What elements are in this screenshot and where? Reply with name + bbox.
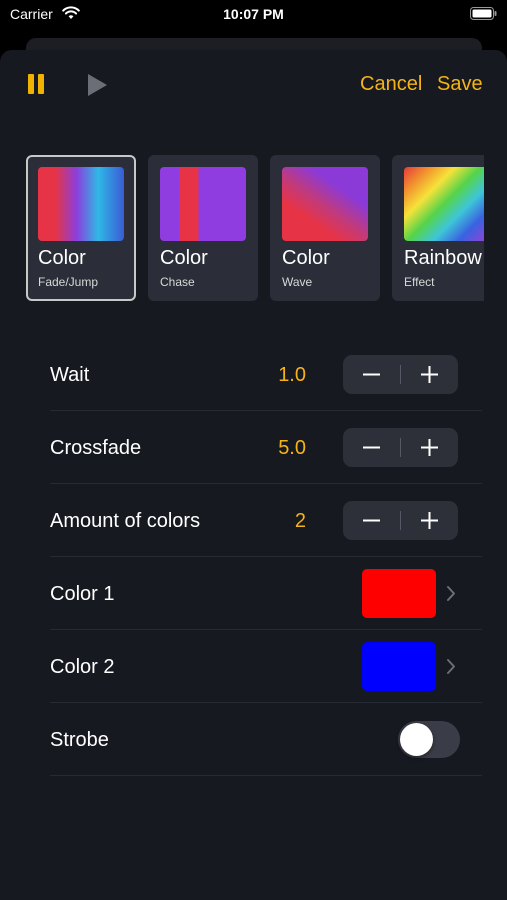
status-bar: Carrier 10:07 PM bbox=[0, 0, 507, 30]
color-1-swatch[interactable] bbox=[362, 569, 436, 618]
effect-title: Color bbox=[282, 247, 330, 269]
cancel-button[interactable]: Cancel bbox=[360, 73, 422, 96]
amount-value: 2 bbox=[294, 510, 306, 532]
plus-icon bbox=[421, 512, 438, 529]
effect-preview bbox=[404, 167, 484, 241]
color-2-label: Color 2 bbox=[50, 656, 115, 678]
pause-icon[interactable] bbox=[27, 74, 47, 96]
effect-title: Color bbox=[160, 247, 208, 269]
amount-increment-button[interactable] bbox=[401, 501, 458, 540]
setting-row-wait: Wait 1.0 bbox=[50, 338, 482, 411]
strobe-label: Strobe bbox=[50, 729, 109, 751]
play-icon[interactable] bbox=[86, 72, 110, 98]
effect-picker: Color Fade/Jump Color Chase Color Wave R… bbox=[0, 150, 484, 310]
wait-stepper bbox=[343, 355, 458, 394]
effect-title: Rainbow bbox=[404, 247, 482, 269]
settings-list: Wait 1.0 Crossfade 5.0 Amount of colors bbox=[50, 338, 482, 776]
effect-title: Color bbox=[38, 247, 86, 269]
color-2-swatch[interactable] bbox=[362, 642, 436, 691]
effect-subtitle: Fade/Jump bbox=[38, 275, 99, 289]
setting-row-color-1[interactable]: Color 1 bbox=[50, 557, 482, 630]
toggle-knob bbox=[400, 723, 433, 756]
plus-icon bbox=[421, 366, 438, 383]
crossfade-decrement-button[interactable] bbox=[343, 428, 400, 467]
crossfade-increment-button[interactable] bbox=[401, 428, 458, 467]
crossfade-stepper bbox=[343, 428, 458, 467]
chevron-right-icon[interactable] bbox=[446, 585, 456, 602]
setting-row-crossfade: Crossfade 5.0 bbox=[50, 411, 482, 484]
effect-subtitle: Wave bbox=[282, 275, 313, 289]
minus-icon bbox=[363, 446, 380, 449]
strobe-toggle[interactable] bbox=[398, 721, 460, 758]
crossfade-label: Crossfade bbox=[50, 437, 142, 459]
effect-preview bbox=[160, 167, 246, 241]
color-1-label: Color 1 bbox=[50, 583, 115, 605]
plus-icon bbox=[421, 439, 438, 456]
status-time: 10:07 PM bbox=[223, 6, 284, 22]
effect-card-color-wave[interactable]: Color Wave bbox=[270, 155, 380, 301]
effect-card-color-chase[interactable]: Color Chase bbox=[148, 155, 258, 301]
effect-subtitle: Chase bbox=[160, 275, 195, 289]
crossfade-value: 5.0 bbox=[278, 437, 306, 459]
amount-decrement-button[interactable] bbox=[343, 501, 400, 540]
minus-icon bbox=[363, 519, 380, 522]
setting-row-strobe: Strobe bbox=[50, 703, 482, 776]
effect-card-rainbow[interactable]: Rainbow Effect bbox=[392, 155, 484, 301]
effect-preview bbox=[282, 167, 368, 241]
wait-decrement-button[interactable] bbox=[343, 355, 400, 394]
wait-increment-button[interactable] bbox=[401, 355, 458, 394]
chevron-right-icon[interactable] bbox=[446, 658, 456, 675]
effect-subtitle: Effect bbox=[404, 275, 435, 289]
minus-icon bbox=[363, 373, 380, 376]
wait-label: Wait bbox=[50, 364, 90, 386]
wait-value: 1.0 bbox=[278, 364, 306, 386]
effect-preview bbox=[38, 167, 124, 241]
setting-row-amount-of-colors: Amount of colors 2 bbox=[50, 484, 482, 557]
effect-card-color-fade[interactable]: Color Fade/Jump bbox=[26, 155, 136, 301]
save-button[interactable]: Save bbox=[437, 73, 483, 96]
battery-icon bbox=[470, 7, 497, 20]
amount-stepper bbox=[343, 501, 458, 540]
setting-row-color-2[interactable]: Color 2 bbox=[50, 630, 482, 703]
amount-label: Amount of colors bbox=[50, 510, 201, 532]
